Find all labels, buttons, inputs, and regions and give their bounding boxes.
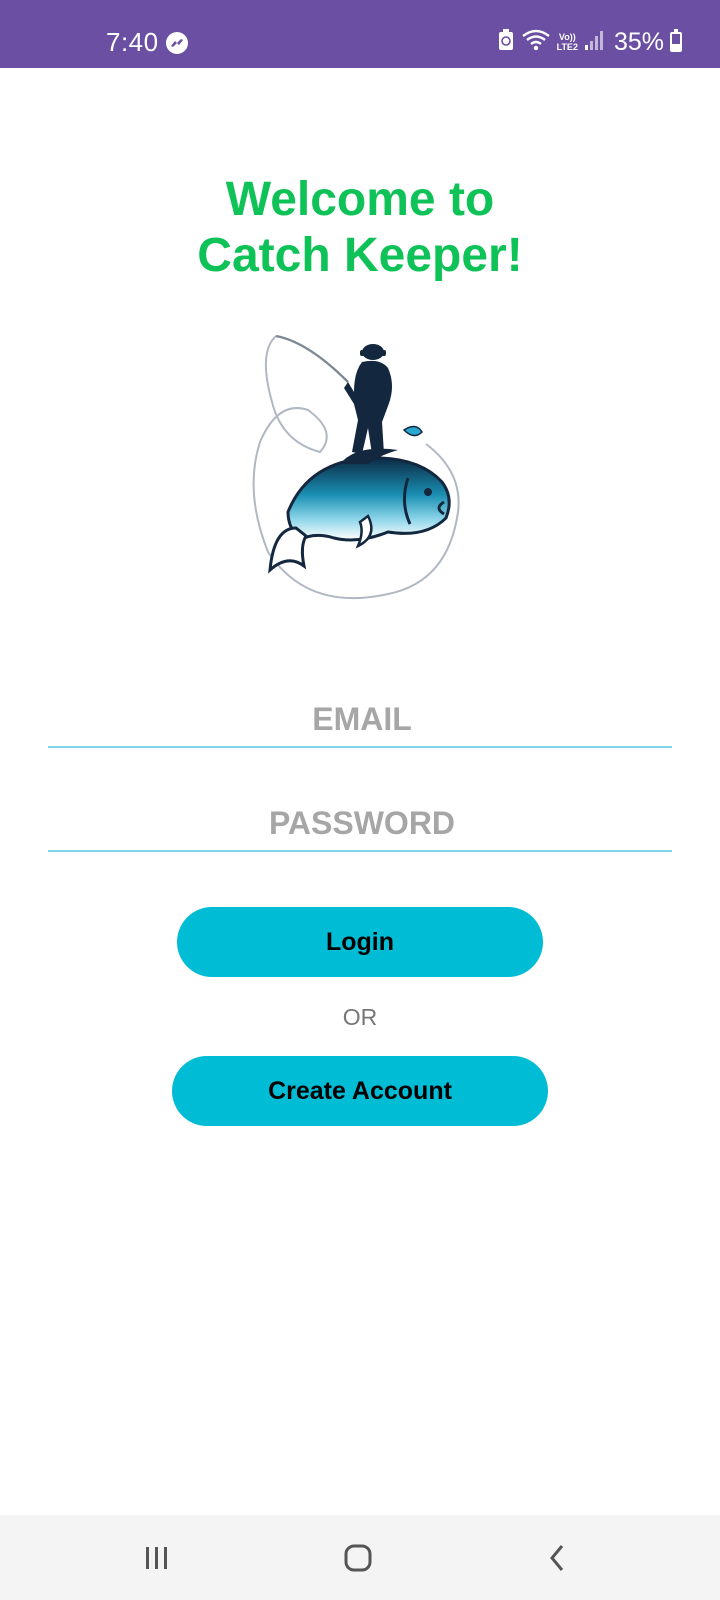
signal-icon [584,29,604,56]
login-screen: 7:40 Vo)) LTE2 35% Welcome to Catch Keep… [0,0,720,1600]
battery-fill [672,44,680,50]
welcome-title: Welcome to Catch Keeper! [0,172,720,284]
network-label-top: Vo)) [558,32,576,42]
status-time: 7:40 [106,27,159,57]
volte-lte-icon: Vo)) LTE2 [557,32,578,52]
recents-button[interactable] [127,1533,187,1583]
welcome-line-1: Welcome to [225,173,495,226]
status-icons: Vo)) LTE2 35% [497,24,682,60]
email-input[interactable] [48,690,676,748]
battery-icon [670,29,682,52]
messenger-icon [166,32,188,54]
password-input[interactable] [48,794,676,852]
back-button[interactable] [528,1533,588,1583]
back-icon [550,1545,564,1571]
battery-saver-icon [497,28,515,56]
home-icon [344,1544,372,1572]
recents-icon [146,1547,167,1569]
or-separator: OR [342,1004,378,1030]
home-button[interactable] [328,1533,388,1583]
network-label-bottom: LTE2 [556,42,578,52]
welcome-line-2: Catch Keeper! [197,229,523,282]
fisherman-fish-logo [252,334,460,600]
login-button[interactable]: Login [177,907,543,977]
create-account-button[interactable]: Create Account [172,1056,548,1126]
password-field-container [48,794,676,852]
email-field-container [48,690,676,748]
navigation-bar [0,1515,720,1600]
battery-percent: 35% [613,27,664,56]
wifi-icon [521,28,551,57]
status-bar: 7:40 Vo)) LTE2 35% [0,0,720,68]
